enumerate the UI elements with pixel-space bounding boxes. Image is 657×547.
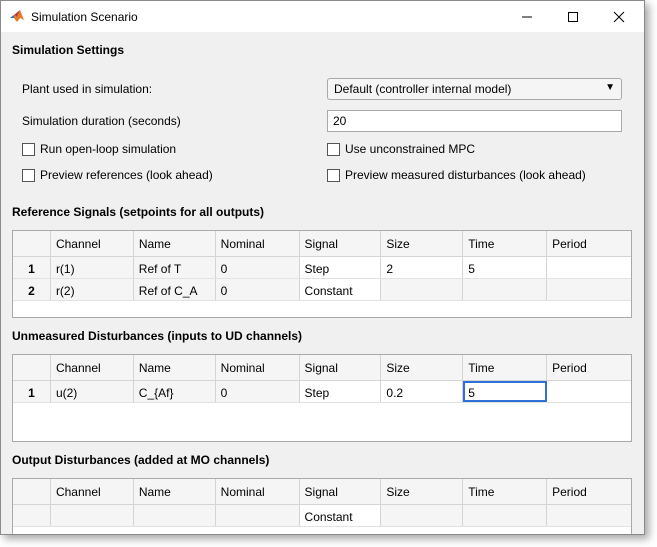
signal-cell[interactable]: Constant [299, 505, 382, 526]
column-header: Nominal [216, 231, 300, 256]
name-cell: Ref of C_A [133, 279, 216, 300]
column-header: Channel [51, 355, 134, 380]
row-number: 1 [13, 257, 51, 278]
column-header: Name [134, 231, 216, 256]
column-header: Time [463, 355, 548, 380]
nominal-cell: 0 [215, 381, 300, 402]
plant-label: Plant used in simulation: [22, 82, 153, 96]
name-cell [133, 505, 216, 526]
minimize-button[interactable] [504, 1, 550, 32]
table-header: Channel Name Nominal Signal Size Time Pe… [13, 479, 631, 505]
close-button[interactable] [596, 1, 642, 32]
output-disturbances-heading: Output Disturbances (added at MO channel… [12, 453, 270, 467]
unconstrained-mpc-checkbox[interactable]: Use unconstrained MPC [327, 142, 475, 156]
column-header: Period [552, 361, 587, 375]
table-row: Constant [13, 505, 631, 527]
column-header: Signal [300, 231, 382, 256]
column-header: Size [381, 231, 464, 256]
channel-cell: u(2) [50, 381, 134, 402]
column-header: Period [552, 485, 587, 499]
nominal-cell [215, 505, 300, 526]
plant-dropdown-value: Default (controller internal model) [334, 82, 512, 96]
nominal-cell: 0 [215, 257, 300, 278]
row-number: 1 [13, 381, 51, 402]
duration-label: Simulation duration (seconds) [22, 114, 181, 128]
preview-references-label: Preview references (look ahead) [40, 168, 213, 182]
title-bar: Simulation Scenario [1, 1, 644, 32]
table-row: 1 r(1) Ref of T 0 Step 2 5 [13, 257, 631, 279]
period-cell[interactable] [547, 381, 631, 402]
column-header: Channel [51, 479, 134, 504]
table-header: Channel Name Nominal Signal Size Time Pe… [13, 355, 631, 381]
preview-md-label: Preview measured disturbances (look ahea… [345, 168, 586, 182]
name-cell: C_{Af} [133, 381, 216, 402]
checkbox-box[interactable] [22, 142, 35, 156]
unconstrained-mpc-label: Use unconstrained MPC [345, 142, 476, 156]
column-header [13, 355, 51, 380]
size-cell [381, 505, 464, 526]
column-header: Name [134, 479, 216, 504]
dropdown-arrow-icon: ▼ [605, 82, 615, 93]
column-header: Signal [300, 479, 382, 504]
period-cell [547, 279, 631, 300]
channel-cell: r(2) [50, 279, 134, 300]
name-cell: Ref of T [133, 257, 216, 278]
column-header: Time [463, 479, 548, 504]
column-header [13, 479, 51, 504]
window-title: Simulation Scenario [31, 10, 138, 24]
size-cell[interactable]: 2 [381, 257, 464, 278]
nominal-cell: 0 [215, 279, 300, 300]
checkbox-box[interactable] [22, 168, 35, 182]
preview-md-checkbox[interactable]: Preview measured disturbances (look ahea… [327, 168, 586, 182]
table-row: 1 u(2) C_{Af} 0 Step 0.2 5 [13, 381, 631, 403]
period-cell[interactable] [547, 257, 631, 278]
plant-dropdown[interactable]: Default (controller internal model) ▼ [327, 78, 622, 100]
matlab-icon [10, 10, 24, 22]
column-header: Period [552, 237, 587, 251]
column-header: Nominal [216, 479, 300, 504]
preview-references-checkbox[interactable]: Preview references (look ahead) [22, 168, 213, 182]
time-cell [463, 505, 548, 526]
column-header: Size [381, 355, 464, 380]
simulation-settings-heading: Simulation Settings [12, 43, 125, 57]
column-header: Size [381, 479, 464, 504]
column-header: Name [134, 355, 216, 380]
column-header: Time [463, 231, 548, 256]
column-header: Channel [51, 231, 134, 256]
column-header: Signal [300, 355, 382, 380]
column-header: Nominal [216, 355, 300, 380]
open-loop-label: Run open-loop simulation [40, 142, 177, 156]
row-number: 2 [13, 279, 51, 300]
open-loop-checkbox[interactable]: Run open-loop simulation [22, 142, 176, 156]
channel-cell [50, 505, 134, 526]
output-disturbances-table: Channel Name Nominal Signal Size Time Pe… [12, 478, 632, 534]
signal-cell[interactable]: Step [299, 257, 382, 278]
time-cell[interactable]: 5 [463, 257, 548, 278]
signal-cell[interactable]: Constant [299, 279, 382, 300]
duration-input[interactable]: 20 [327, 110, 622, 132]
signal-cell[interactable]: Step [299, 381, 382, 402]
time-cell [463, 279, 548, 300]
unmeasured-disturbances-heading: Unmeasured Disturbances (inputs to UD ch… [12, 329, 303, 343]
close-icon [613, 11, 625, 22]
minimize-icon [522, 16, 532, 17]
reference-signals-table: Channel Name Nominal Signal Size Time Pe… [12, 230, 632, 318]
maximize-icon [568, 11, 578, 22]
reference-signals-heading: Reference Signals (setpoints for all out… [12, 205, 265, 219]
simulation-scenario-window: Simulation Scenario Simulation Settings … [0, 0, 645, 535]
row-number [13, 505, 51, 526]
channel-cell: r(1) [50, 257, 134, 278]
size-cell [381, 279, 464, 300]
time-cell[interactable]: 5 [463, 381, 548, 402]
table-row: 2 r(2) Ref of C_A 0 Constant [13, 279, 631, 301]
size-cell[interactable]: 0.2 [381, 381, 464, 402]
maximize-button[interactable] [550, 1, 596, 32]
period-cell [547, 505, 631, 526]
checkbox-box[interactable] [327, 142, 340, 156]
table-header: Channel Name Nominal Signal Size Time Pe… [13, 231, 631, 257]
checkbox-box[interactable] [327, 168, 340, 182]
unmeasured-disturbances-table: Channel Name Nominal Signal Size Time Pe… [12, 354, 632, 442]
column-header [13, 231, 51, 256]
